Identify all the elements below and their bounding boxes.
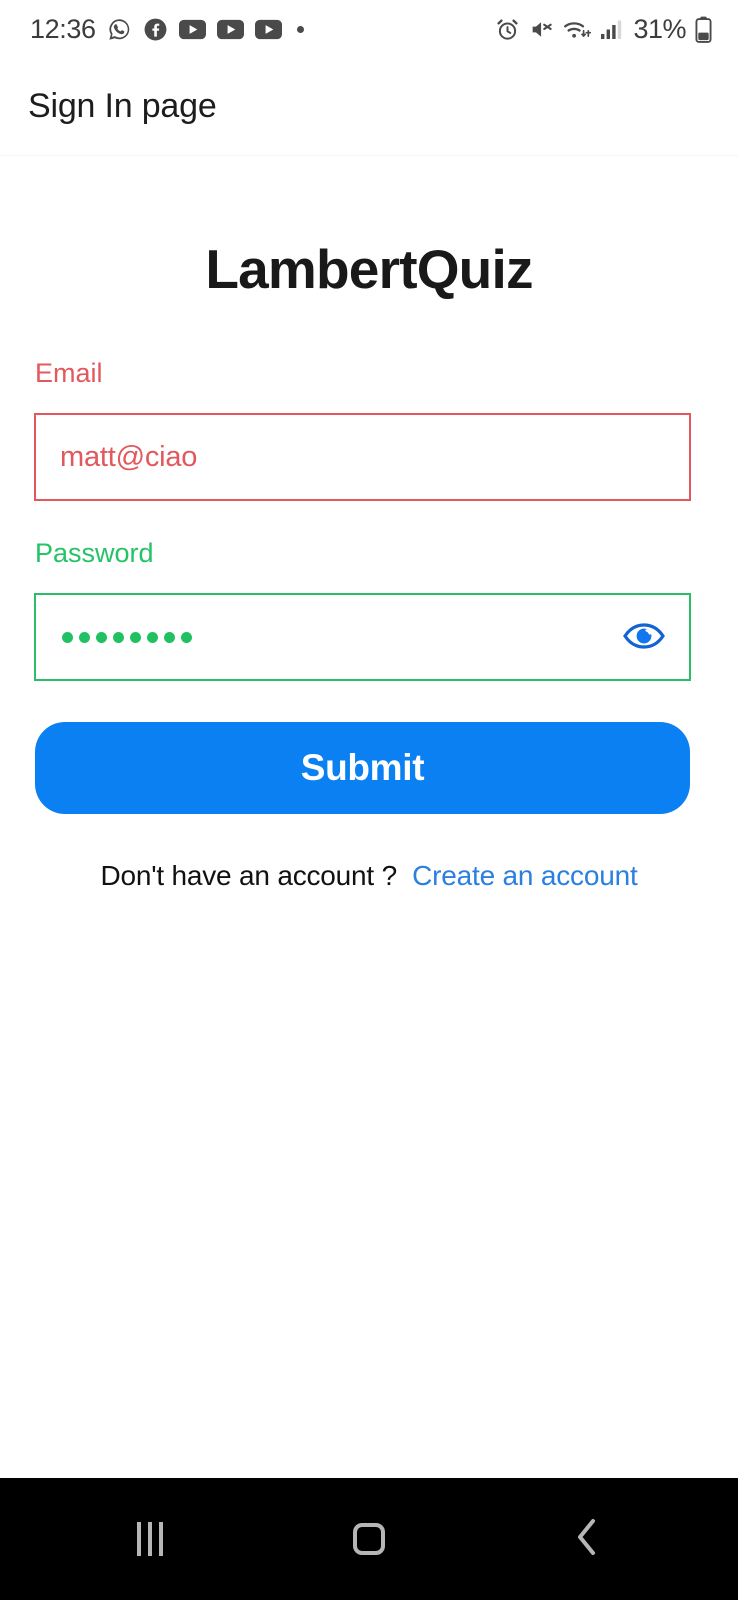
- youtube-icon: [178, 19, 206, 40]
- android-navigation-bar: [0, 1478, 738, 1600]
- youtube-icon: [216, 19, 244, 40]
- home-button[interactable]: [314, 1499, 424, 1579]
- cellular-signal-icon: [600, 17, 622, 41]
- whatsapp-icon: [107, 17, 132, 42]
- password-masked-value: [60, 631, 192, 643]
- recents-icon: [136, 1522, 163, 1556]
- alarm-clock-icon: [495, 17, 520, 42]
- email-input-value: matt@ciao: [60, 440, 198, 473]
- eye-icon: [622, 621, 666, 654]
- status-bar-left: 12:36: [30, 13, 304, 44]
- phone-screen: 12:36 31% Sign In page LambertQuiz Email…: [0, 0, 738, 1600]
- create-account-link[interactable]: Create an account: [412, 860, 638, 891]
- password-visibility-toggle[interactable]: [617, 610, 671, 664]
- back-chevron-icon: [573, 1516, 603, 1563]
- password-input[interactable]: [34, 593, 691, 681]
- submit-button[interactable]: Submit: [35, 722, 690, 814]
- status-bar-right: 31%: [495, 13, 712, 44]
- notification-dot-icon: [296, 25, 304, 33]
- password-label: Password: [35, 538, 154, 568]
- battery-icon: [695, 16, 712, 43]
- page-title: Sign In page: [28, 87, 217, 125]
- status-bar-clock: 12:36: [30, 13, 96, 44]
- battery-percent-label: 31%: [633, 13, 686, 44]
- wifi-icon: [563, 17, 592, 42]
- signup-prompt-text: Don't have an account ?: [100, 860, 397, 891]
- home-icon: [352, 1523, 385, 1555]
- status-bar: 12:36 31%: [0, 0, 738, 58]
- email-label: Email: [35, 358, 103, 388]
- volume-mute-icon: [529, 17, 554, 42]
- youtube-icon: [254, 19, 282, 40]
- brand-heading: LambertQuiz: [205, 238, 533, 300]
- signup-prompt-row: Don't have an account ? Create an accoun…: [0, 860, 738, 892]
- facebook-icon: [143, 17, 168, 42]
- recents-button[interactable]: [95, 1499, 205, 1579]
- signin-form-container: LambertQuiz Email matt@ciao Password Sub…: [0, 157, 738, 1478]
- app-title-bar: Sign In page: [0, 58, 738, 156]
- email-input[interactable]: matt@ciao: [34, 413, 691, 501]
- back-button[interactable]: [533, 1499, 643, 1579]
